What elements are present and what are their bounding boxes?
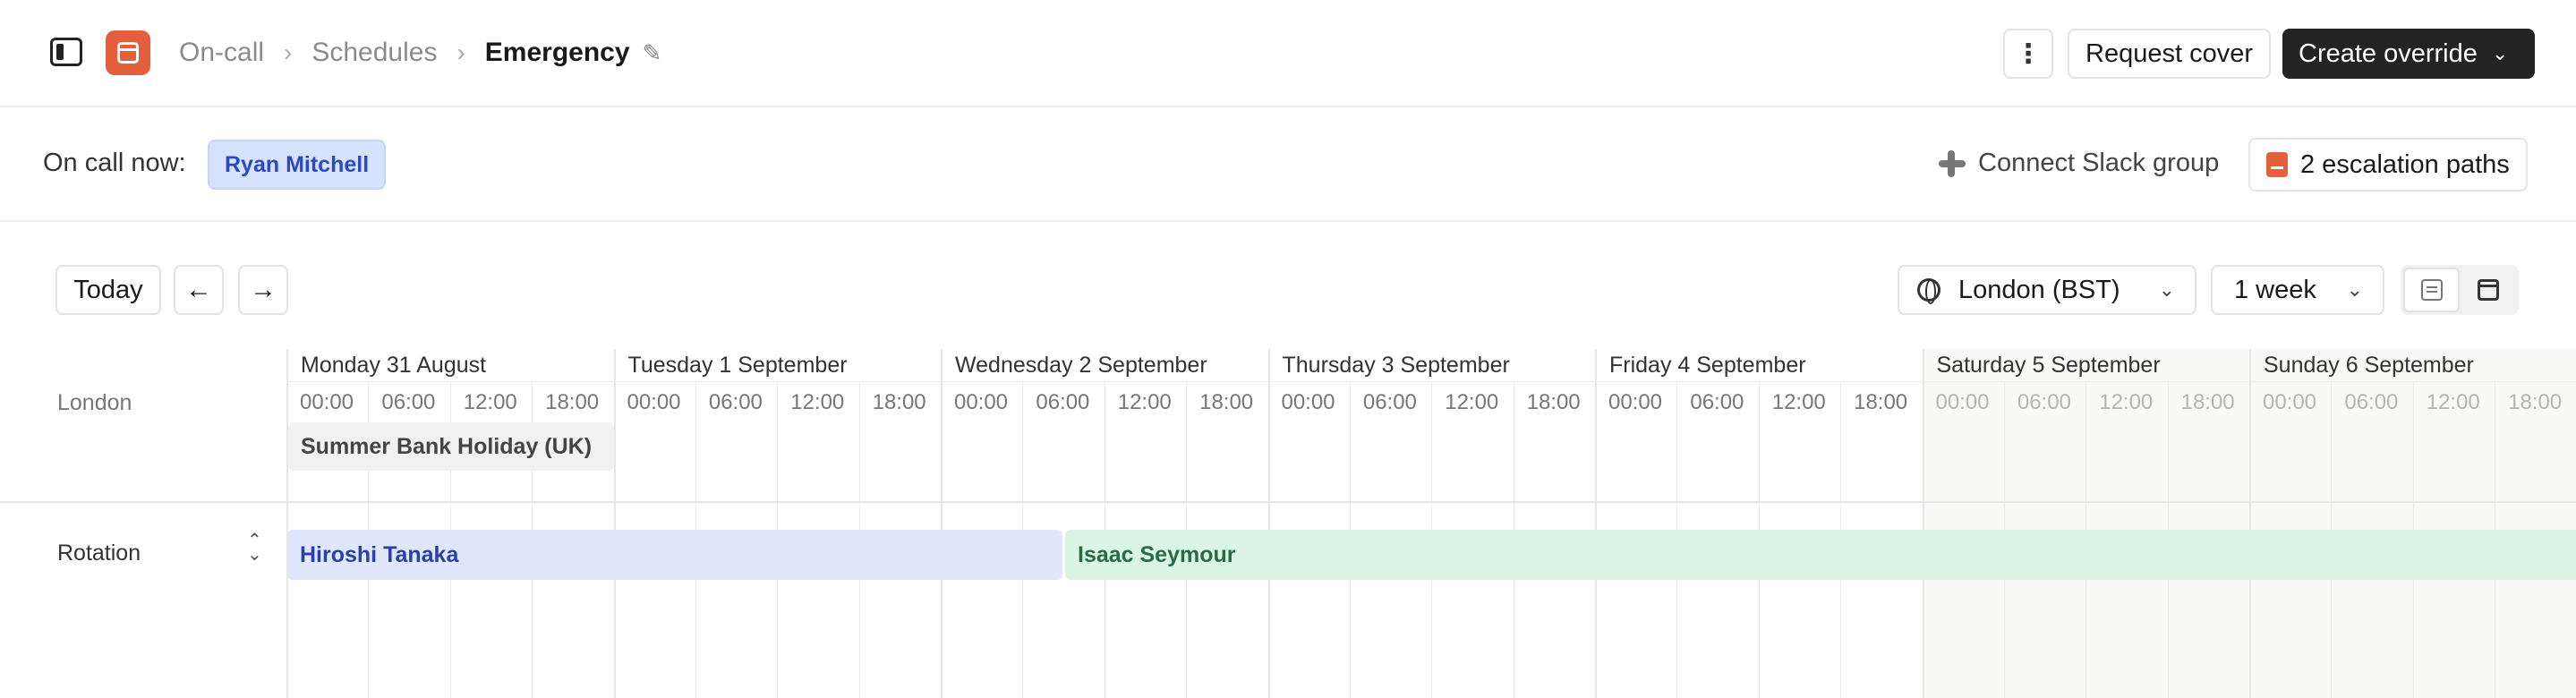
escalation-icon xyxy=(2266,152,2288,177)
today-button[interactable]: Today xyxy=(55,265,161,315)
rotation-row-label: Rotation xyxy=(57,541,141,566)
hour-label: 18:00 xyxy=(545,390,600,414)
hour-label: 00:00 xyxy=(627,390,681,414)
day-label: Wednesday 2 September xyxy=(955,353,1207,378)
chevron-right-icon: › xyxy=(456,38,465,66)
schedule-grid: Monday 31 August 00:00 06:00 12:00 18:00 Tues… xyxy=(0,349,2576,698)
next-week-button[interactable]: → xyxy=(238,265,288,315)
connect-slack-label: Connect Slack group xyxy=(1978,149,2220,177)
day-label: Tuesday 1 September xyxy=(627,353,848,378)
hour-label: 00:00 xyxy=(1935,390,1990,414)
day-label: Monday 31 August xyxy=(301,353,487,378)
on-call-now-strip: On call now: Ryan Mitchell Connect Slack… xyxy=(0,107,2576,222)
on-call-label: On call now: xyxy=(43,149,186,177)
shift-block[interactable]: Isaac Seymour xyxy=(1065,530,2576,580)
calendar-icon xyxy=(2477,279,2499,301)
pencil-icon[interactable]: ✎ xyxy=(643,39,662,67)
day-label: Thursday 3 September xyxy=(1282,353,1510,378)
top-header: On-call › Schedules › Emergency ✎ ⋮ Requ… xyxy=(0,0,2576,107)
hour-label: 06:00 xyxy=(2344,390,2399,414)
hour-label: 12:00 xyxy=(2426,390,2480,414)
hour-label: 18:00 xyxy=(1854,390,1908,414)
sort-chevrons-icon[interactable]: ⌃ ⌄ xyxy=(247,532,262,564)
range-select[interactable]: 1 week ⌄ xyxy=(2211,265,2384,315)
breadcrumb-schedules[interactable]: Schedules xyxy=(311,38,437,68)
previous-week-button[interactable]: ← xyxy=(174,265,224,315)
hour-label: 12:00 xyxy=(1771,390,1826,414)
hour-label: 18:00 xyxy=(1199,390,1254,414)
list-icon xyxy=(2420,279,2443,301)
escalation-paths-label: 2 escalation paths xyxy=(2300,149,2510,179)
day-label: Saturday 5 September xyxy=(1936,353,2161,378)
hour-label: 18:00 xyxy=(872,390,926,414)
connect-slack-button[interactable]: Connect Slack group xyxy=(1939,149,2219,178)
section-divider xyxy=(0,501,2576,503)
page-title: Emergency xyxy=(484,38,630,67)
london-row-label: London xyxy=(57,390,132,415)
hour-label: 00:00 xyxy=(2262,390,2317,414)
request-cover-button[interactable]: Request cover xyxy=(2068,29,2271,79)
hour-label: 12:00 xyxy=(1117,390,1172,414)
breadcrumb-oncall[interactable]: On-call xyxy=(179,38,264,68)
view-toggle xyxy=(2401,265,2519,315)
hour-label: 00:00 xyxy=(953,390,1009,414)
hour-label: 06:00 xyxy=(1362,390,1417,414)
day-label: Friday 4 September xyxy=(1609,353,1806,378)
globe-icon xyxy=(1917,278,1941,304)
sidebar-toggle-icon[interactable] xyxy=(50,38,82,66)
hour-label: 12:00 xyxy=(1445,390,1499,414)
hour-label: 00:00 xyxy=(1281,390,1335,414)
slack-icon xyxy=(1939,149,1966,177)
hour-label: 18:00 xyxy=(1526,390,1581,414)
create-override-label: Create override xyxy=(2299,38,2478,68)
timezone-value: London (BST) xyxy=(1958,275,2120,304)
hour-label: 18:00 xyxy=(2180,390,2235,414)
day-label: Sunday 6 September xyxy=(2264,353,2474,378)
hour-label: 00:00 xyxy=(1608,390,1663,414)
hour-label: 12:00 xyxy=(463,390,517,414)
hour-label: 12:00 xyxy=(790,390,845,414)
hour-label: 06:00 xyxy=(708,390,763,414)
hour-label: 06:00 xyxy=(2017,390,2071,414)
shift-block[interactable]: Hiroshi Tanaka xyxy=(287,530,1062,580)
hour-label: 06:00 xyxy=(1036,390,1090,414)
chevron-down-icon: ⌄ xyxy=(2491,42,2509,64)
hour-rule xyxy=(286,381,2576,382)
chevron-down-icon: ⌄ xyxy=(2158,278,2175,301)
timezone-select[interactable]: London (BST) ⌄ xyxy=(1898,265,2196,315)
more-options-button[interactable]: ⋮ xyxy=(2003,29,2053,79)
calendar-view-button[interactable] xyxy=(2460,268,2516,312)
list-view-button[interactable] xyxy=(2403,268,2460,312)
chevron-down-icon: ⌄ xyxy=(2346,278,2363,301)
range-value: 1 week xyxy=(2234,275,2316,304)
kebab-icon: ⋮ xyxy=(2015,38,2042,69)
calendar-app-icon xyxy=(106,30,150,75)
chevron-right-icon: › xyxy=(284,38,293,66)
hour-label: 12:00 xyxy=(2099,390,2154,414)
create-override-button[interactable]: Create override ⌄ xyxy=(2282,29,2535,79)
holiday-bar[interactable]: Summer Bank Holiday (UK) xyxy=(288,422,614,471)
escalation-paths-button[interactable]: 2 escalation paths xyxy=(2248,138,2528,192)
hour-label: 00:00 xyxy=(299,390,354,414)
hour-label: 18:00 xyxy=(2508,390,2563,414)
hour-label: 06:00 xyxy=(1690,390,1744,414)
breadcrumb: On-call › Schedules › Emergency ✎ xyxy=(179,34,661,72)
hour-label: 06:00 xyxy=(381,390,436,414)
on-call-person-chip[interactable]: Ryan Mitchell xyxy=(208,140,387,190)
